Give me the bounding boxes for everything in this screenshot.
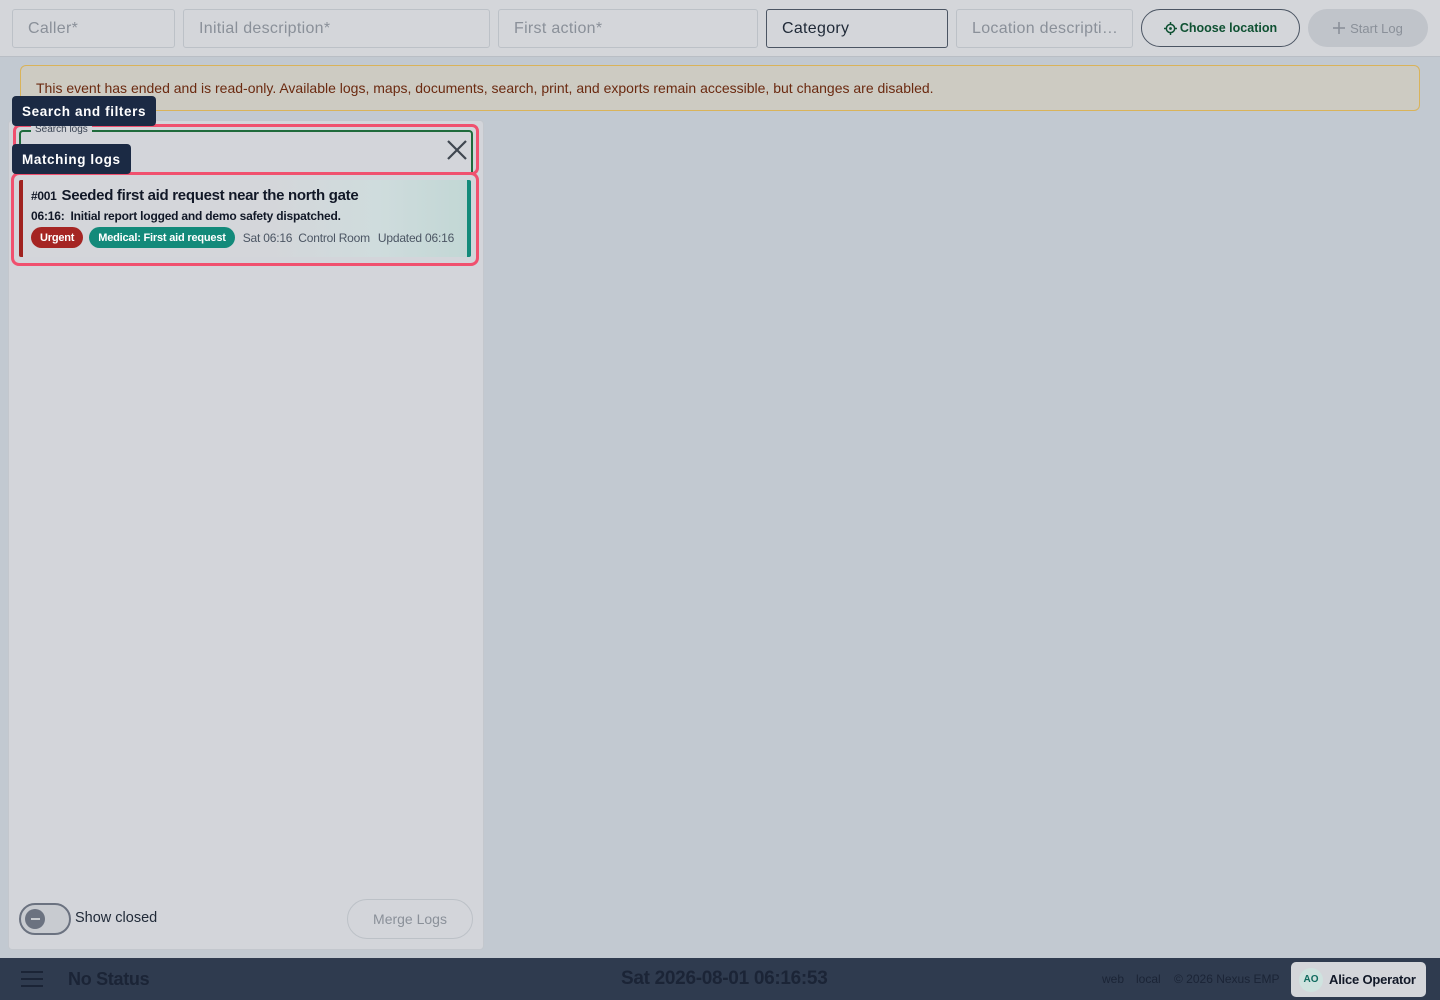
log-latest-entry: 06:16: Initial report logged and demo saf… [31,209,341,223]
read-only-banner: This event has ended and is read-only. A… [20,65,1420,111]
close-icon [447,140,467,160]
log-location: Control Room [298,230,370,245]
banner-text: This event has ended and is read-only. A… [36,80,934,96]
first-action-field[interactable]: First action* [498,9,758,48]
category-select[interactable]: Category [766,9,948,48]
mode-label: local [1136,972,1161,986]
log-title-row: #001 Seeded first aid request near the no… [31,187,359,204]
category-badge: Medical: First aid request [89,227,235,248]
log-title: Seeded first aid request near the north … [61,187,359,204]
clock: Sat 2026-08-01 06:16:53 [621,968,828,989]
toggle-off-icon [25,909,45,929]
avatar: AO [1299,967,1323,992]
show-closed-label: Show closed [75,910,158,926]
start-log-button[interactable]: Start Log [1308,9,1428,47]
search-and-filters-tooltip: Search and filters [12,96,157,126]
clear-search-button[interactable] [444,137,470,163]
copyright: © 2026 Nexus EMP [1174,972,1280,986]
priority-badge: Urgent [31,227,84,248]
log-created: Sat 06:16 [242,230,293,245]
status-footer: No Status Sat 2026-08-01 06:16:53 web lo… [0,958,1440,1000]
status-text: No Status [68,969,150,989]
matching-logs-tooltip: Matching logs [12,144,131,174]
crosshair-icon [1163,21,1177,35]
start-log-label: Start Log [1350,20,1403,36]
log-updated: Updated 06:16 [377,230,455,245]
log-entry-text: Initial report logged and demo safety di… [70,209,341,223]
plus-icon [1333,22,1346,34]
location-description-field[interactable]: Location descripti… [956,9,1133,48]
log-entry-time: 06:16: [31,209,65,223]
platform-label: web [1102,972,1125,986]
show-closed-toggle[interactable] [19,903,71,935]
choose-location-button[interactable]: Choose location [1141,9,1300,47]
hamburger-menu-icon[interactable] [21,971,43,988]
merge-logs-button[interactable]: Merge Logs [347,899,473,939]
user-menu[interactable]: AO Alice Operator [1291,962,1426,997]
initial-description-field[interactable]: Initial description* [183,9,490,48]
log-meta-row: Urgent Medical: First aid request Sat 06… [31,227,454,248]
choose-location-label: Choose location [1179,21,1278,35]
log-list-item[interactable]: #001 Seeded first aid request near the no… [19,180,471,257]
new-log-toolbar: Caller* Initial description* First actio… [0,0,1440,57]
log-number: #001 [31,189,57,203]
caller-field[interactable]: Caller* [12,9,175,48]
user-name: Alice Operator [1329,972,1416,987]
